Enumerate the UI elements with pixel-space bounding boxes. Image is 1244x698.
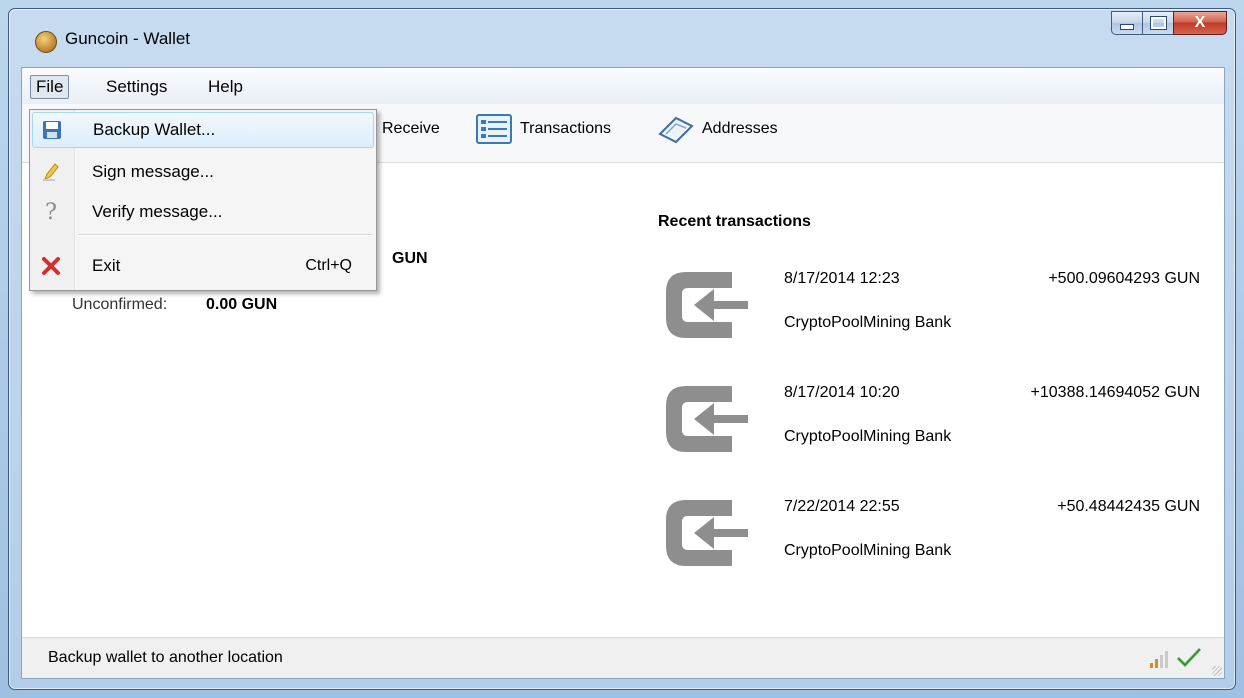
transaction-label: CryptoPoolMining Bank	[784, 428, 952, 445]
transaction-date: 8/17/2014 10:20	[784, 384, 900, 401]
transaction-amount: +500.09604293 GUN	[1048, 270, 1200, 287]
menu-separator	[78, 234, 372, 236]
transactions-list-icon	[476, 114, 512, 144]
pen-icon	[40, 161, 62, 183]
close-icon: X	[1194, 14, 1206, 31]
menu-file[interactable]: File	[30, 75, 70, 99]
synced-checkmark-icon[interactable]	[1176, 646, 1202, 668]
resize-grip[interactable]	[1212, 666, 1222, 676]
menu-item-verify-message[interactable]: ? Verify message...	[32, 194, 374, 230]
menu-item-backup-wallet[interactable]: Backup Wallet...	[32, 112, 374, 148]
receive-tab[interactable]: Receive	[382, 120, 440, 138]
maximize-icon	[1150, 17, 1166, 29]
menu-item-label: Verify message...	[92, 202, 223, 221]
transaction-item[interactable]: 8/17/2014 10:20 +10388.14694052 GUN Cryp…	[658, 378, 1218, 474]
maximize-button[interactable]	[1142, 11, 1174, 35]
menu-help[interactable]: Help	[202, 75, 249, 99]
menu-settings[interactable]: Settings	[100, 75, 173, 99]
transactions-label: Transactions	[520, 120, 611, 137]
incoming-transaction-icon	[666, 272, 748, 338]
transaction-item[interactable]: 8/17/2014 12:23 +500.09604293 GUN Crypto…	[658, 264, 1218, 360]
transaction-label: CryptoPoolMining Bank	[784, 314, 952, 331]
menu-bar: File Settings Help	[22, 68, 1224, 105]
transactions-tab[interactable]: Transactions	[476, 114, 611, 144]
menu-item-sign-message[interactable]: Sign message...	[32, 154, 374, 190]
transaction-item[interactable]: 7/22/2014 22:55 +50.48442435 GUN CryptoP…	[658, 492, 1218, 588]
status-bar: Backup wallet to another location	[22, 637, 1224, 678]
menu-item-label: Exit	[92, 256, 121, 275]
addresses-label: Addresses	[702, 120, 778, 137]
window-title: Guncoin - Wallet	[65, 29, 191, 48]
receive-label: Receive	[382, 120, 440, 137]
transaction-label: CryptoPoolMining Bank	[784, 542, 952, 559]
red-x-icon	[40, 255, 62, 277]
address-book-icon	[658, 116, 694, 144]
menu-item-shortcut: Ctrl+Q	[305, 257, 352, 274]
menu-item-label: Sign message...	[92, 162, 214, 181]
transaction-amount: +50.48442435 GUN	[1057, 498, 1200, 515]
window-controls: X	[1111, 11, 1227, 37]
floppy-disk-icon	[41, 119, 63, 141]
transaction-date: 7/22/2014 22:55	[784, 498, 900, 515]
title-bar[interactable]: Guncoin - Wallet X	[9, 9, 1235, 67]
incoming-transaction-icon	[666, 386, 748, 452]
balance-value-suffix: GUN	[392, 250, 428, 267]
transaction-date: 8/17/2014 12:23	[784, 270, 900, 287]
addresses-tab[interactable]: Addresses	[658, 114, 778, 144]
close-button[interactable]: X	[1173, 11, 1227, 35]
connection-signal-icon[interactable]	[1150, 650, 1168, 668]
unconfirmed-label: Unconfirmed:	[72, 296, 168, 313]
status-text: Backup wallet to another location	[48, 649, 283, 666]
incoming-transaction-icon	[666, 500, 748, 566]
menu-item-label: Backup Wallet...	[93, 120, 216, 139]
recent-transactions-title: Recent transactions	[658, 213, 811, 230]
wallet-window: Guncoin - Wallet X File Settings Help Re…	[8, 8, 1236, 690]
minimize-icon	[1120, 24, 1134, 30]
file-menu-dropdown: Backup Wallet... Sign message... ? Verif…	[29, 109, 377, 291]
guncoin-app-icon	[35, 31, 57, 53]
transaction-amount: +10388.14694052 GUN	[1030, 384, 1200, 401]
unconfirmed-value: 0.00 GUN	[206, 296, 278, 313]
minimize-button[interactable]	[1111, 11, 1143, 35]
menu-item-exit[interactable]: Exit Ctrl+Q	[32, 248, 374, 284]
status-icons	[1150, 646, 1202, 668]
question-mark-icon: ?	[45, 199, 57, 225]
